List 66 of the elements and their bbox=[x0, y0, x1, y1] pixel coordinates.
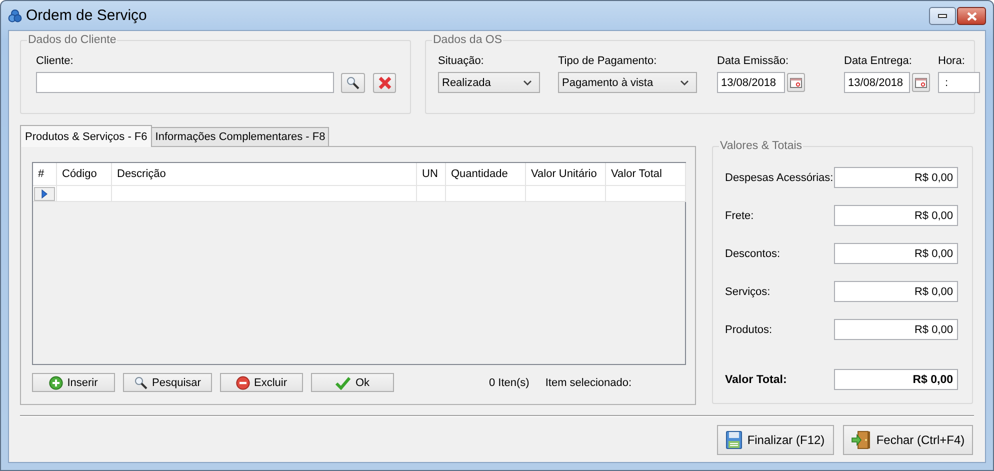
client-input[interactable] bbox=[36, 72, 334, 93]
field-label: Tipo de Pagamento: bbox=[558, 55, 658, 67]
column-header[interactable]: UN bbox=[417, 163, 446, 186]
minimize-button[interactable] bbox=[929, 7, 956, 25]
item-count: 0 Iten(s) bbox=[489, 376, 530, 388]
column-header[interactable]: Quantidade bbox=[446, 163, 526, 186]
date-field[interactable]: 13/08/2018 bbox=[717, 72, 785, 93]
field-label: Hora: bbox=[938, 55, 966, 67]
minimize-icon bbox=[938, 14, 947, 18]
time-field[interactable]: : bbox=[938, 72, 980, 93]
tab[interactable]: Informações Complementares - F8 bbox=[151, 127, 330, 146]
column-header[interactable]: # bbox=[33, 163, 57, 186]
field-label: Situação: bbox=[438, 55, 485, 67]
door-exit-icon bbox=[851, 431, 872, 449]
field-label: Data Emissão: bbox=[717, 55, 790, 67]
dropdown[interactable]: Pagamento à vista bbox=[558, 72, 697, 93]
toolbar-button[interactable]: Inserir bbox=[32, 373, 115, 392]
finish-button[interactable]: Finalizar (F12) bbox=[717, 425, 834, 455]
window-title: Ordem de Serviço bbox=[26, 7, 147, 24]
tab[interactable]: Produtos & Serviços - F6 bbox=[20, 125, 152, 147]
calendar-icon bbox=[915, 78, 927, 88]
field-label: Cliente: bbox=[36, 55, 74, 67]
calendar-button[interactable] bbox=[787, 73, 805, 92]
row-indicator[interactable] bbox=[33, 186, 57, 202]
search-icon bbox=[346, 76, 360, 90]
field-label: Frete: bbox=[725, 210, 755, 222]
toolbar-button[interactable]: Pesquisar bbox=[123, 373, 212, 392]
chevron-down-icon bbox=[680, 80, 689, 86]
clear-button[interactable] bbox=[373, 72, 396, 92]
field-label: Produtos: bbox=[725, 324, 774, 336]
current-row-icon bbox=[41, 189, 48, 199]
column-header[interactable]: Valor Total bbox=[606, 163, 686, 186]
toolbar-button[interactable]: Excluir bbox=[220, 373, 303, 392]
minus-icon bbox=[236, 376, 250, 390]
field-label: Data Entrega: bbox=[844, 55, 913, 67]
column-header[interactable]: Descrição bbox=[112, 163, 417, 186]
search-button[interactable] bbox=[340, 72, 366, 92]
amount-field[interactable]: R$ 0,00 bbox=[834, 205, 958, 226]
magnifier-icon bbox=[134, 376, 148, 390]
field-label: Descontos: bbox=[725, 248, 782, 260]
column-header[interactable]: Valor Unitário bbox=[526, 163, 606, 186]
field-label: Serviços: bbox=[725, 286, 772, 298]
close-window-button[interactable]: Fechar (Ctrl+F4) bbox=[843, 425, 973, 455]
total-label: Valor Total: bbox=[725, 374, 788, 386]
amount-field[interactable]: R$ 0,00 bbox=[834, 243, 958, 264]
calendar-button[interactable] bbox=[912, 73, 930, 92]
calendar-icon bbox=[790, 78, 802, 88]
table-cell bbox=[417, 186, 446, 202]
toolbar-button[interactable]: Ok bbox=[311, 373, 394, 392]
date-field[interactable]: 13/08/2018 bbox=[844, 72, 910, 93]
field-label: Despesas Acessórias: bbox=[725, 172, 834, 184]
app-logo-icon bbox=[8, 8, 22, 22]
plus-icon bbox=[49, 376, 64, 390]
column-header[interactable]: Código bbox=[57, 163, 112, 186]
total-field[interactable]: R$ 0,00 bbox=[834, 369, 958, 390]
amount-field[interactable]: R$ 0,00 bbox=[834, 319, 958, 340]
close-button[interactable] bbox=[957, 7, 986, 25]
dropdown[interactable]: Realizada bbox=[438, 72, 540, 93]
selected-item-label: Item selecionado: bbox=[545, 376, 632, 388]
amount-field[interactable]: R$ 0,00 bbox=[834, 167, 958, 188]
chevron-down-icon bbox=[523, 80, 532, 86]
close-icon bbox=[378, 76, 392, 90]
amount-field[interactable]: R$ 0,00 bbox=[834, 281, 958, 302]
table-cell bbox=[57, 186, 112, 202]
checkmark-icon bbox=[335, 376, 352, 390]
close-icon bbox=[966, 12, 976, 20]
